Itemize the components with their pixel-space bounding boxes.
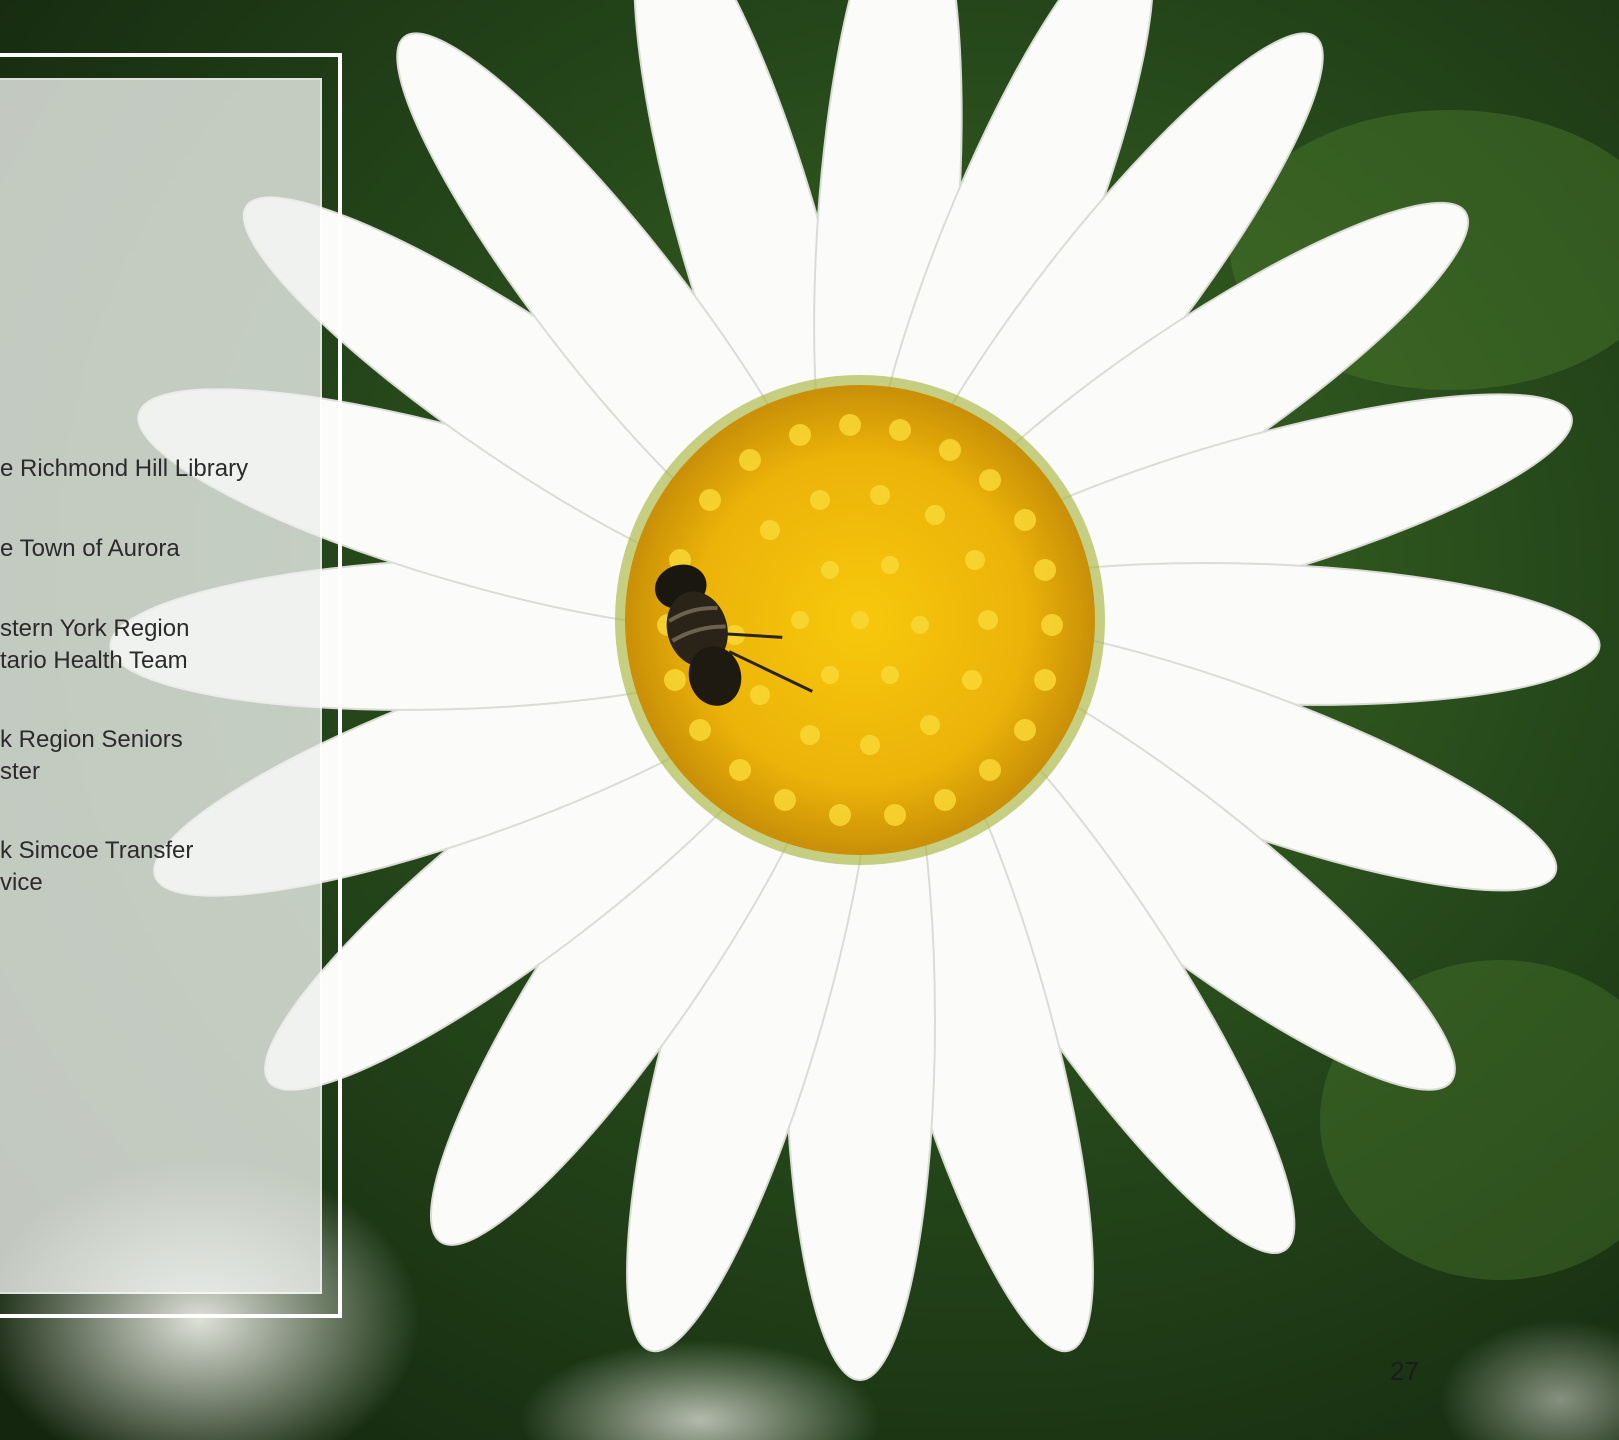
text-panel [0, 80, 320, 1292]
list-item: stern York Region tario Health Team [0, 615, 190, 674]
list-item: k Region Seniors ster [0, 726, 183, 785]
list-item: k Simcoe Transfer vice [0, 837, 194, 896]
page-number: 27 [1390, 1356, 1419, 1386]
list-item: e Richmond Hill Library [0, 455, 249, 482]
list-item: e Town of Aurora [0, 535, 180, 562]
